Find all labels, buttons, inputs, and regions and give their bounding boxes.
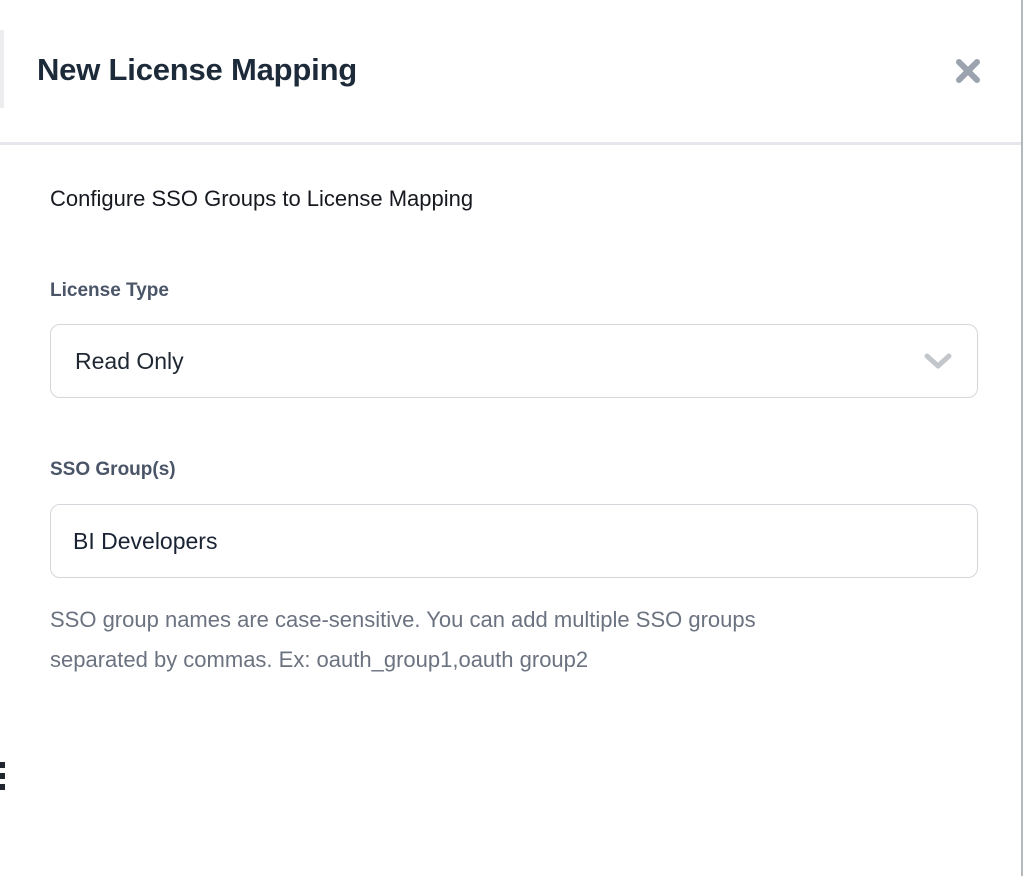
hamburger-menu-icon	[0, 762, 5, 790]
close-icon	[954, 57, 982, 85]
hamburger-bar	[0, 773, 5, 779]
license-type-selected-value: Read Only	[75, 348, 184, 375]
new-license-mapping-modal: New License Mapping Configure SSO Groups…	[0, 0, 1028, 876]
modal-subtitle: Configure SSO Groups to License Mapping	[50, 186, 473, 212]
chevron-down-icon	[923, 352, 953, 370]
hamburger-bar	[0, 784, 5, 790]
close-button[interactable]	[948, 52, 988, 90]
right-edge-line	[1021, 0, 1023, 876]
license-type-label: License Type	[50, 280, 169, 302]
sso-groups-helper-text: SSO group names are case-sensitive. You …	[50, 600, 850, 680]
sso-groups-label: SSO Group(s)	[50, 459, 176, 481]
modal-header: New License Mapping	[0, 0, 1022, 143]
modal-title: New License Mapping	[37, 52, 357, 88]
left-edge-sliver	[0, 30, 4, 108]
sso-groups-input[interactable]	[50, 504, 978, 578]
hamburger-bar	[0, 762, 5, 768]
license-type-select[interactable]: Read Only	[50, 324, 978, 398]
modal-body: Configure SSO Groups to License Mapping …	[0, 145, 1022, 876]
